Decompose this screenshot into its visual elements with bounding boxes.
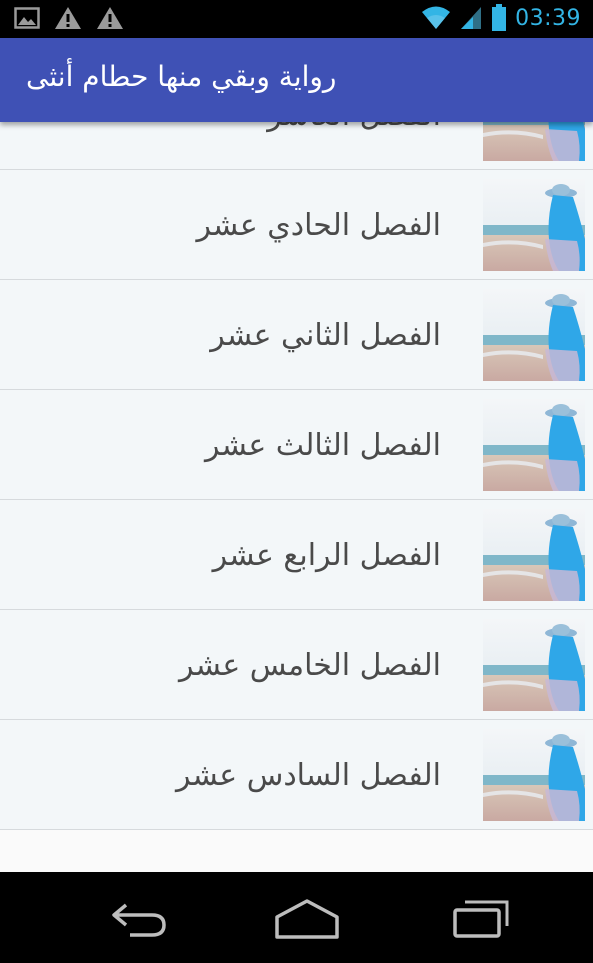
list-item[interactable]: الفصل الحادي عشر — [0, 170, 593, 280]
signal-icon — [461, 7, 482, 29]
warning-icon — [55, 7, 81, 29]
back-icon — [112, 903, 166, 937]
thumbnail-image — [483, 289, 585, 381]
list-item[interactable]: الفصل السادس عشر — [0, 720, 593, 830]
warning-icon — [97, 7, 123, 29]
wifi-icon — [422, 6, 451, 29]
thumbnail-image — [483, 179, 585, 271]
clock: 03:39 — [515, 5, 581, 31]
battery-icon — [492, 4, 507, 31]
list-item[interactable]: الفصل الخامس عشر — [0, 610, 593, 720]
chapter-label: الفصل الثاني عشر — [210, 318, 441, 353]
recent-apps-icon — [453, 900, 509, 938]
home-button[interactable] — [262, 894, 352, 944]
chapter-label: الفصل الخامس عشر — [179, 648, 441, 683]
chapter-list[interactable]: الفصل العاشر الفصل الحادي عشر الفصل الثا… — [0, 60, 593, 830]
list-item[interactable]: الفصل الثاني عشر — [0, 280, 593, 390]
status-bar: 03:39 — [0, 0, 593, 38]
navigation-bar — [0, 872, 593, 963]
recent-apps-button[interactable] — [436, 894, 526, 944]
chapter-label: الفصل السادس عشر — [175, 758, 441, 793]
thumbnail-image — [483, 399, 585, 491]
chapter-label: الفصل الحادي عشر — [196, 208, 442, 243]
thumbnail-image — [483, 729, 585, 821]
list-end-space — [0, 830, 593, 872]
chapter-label: الفصل الرابع عشر — [212, 538, 441, 573]
list-item[interactable]: الفصل الثالث عشر — [0, 390, 593, 500]
chapter-label: الفصل الثالث عشر — [205, 428, 441, 463]
thumbnail-image — [483, 619, 585, 711]
list-item[interactable]: الفصل الرابع عشر — [0, 500, 593, 610]
gallery-icon — [14, 7, 40, 29]
thumbnail-image — [483, 509, 585, 601]
screen: الفصل العاشر الفصل الحادي عشر الفصل الثا… — [0, 0, 593, 963]
back-button[interactable] — [94, 894, 184, 944]
app-bar: رواية وبقي منها حطام أنثى — [0, 38, 593, 122]
home-icon — [275, 899, 339, 939]
app-title: رواية وبقي منها حطام أنثى — [26, 60, 337, 93]
